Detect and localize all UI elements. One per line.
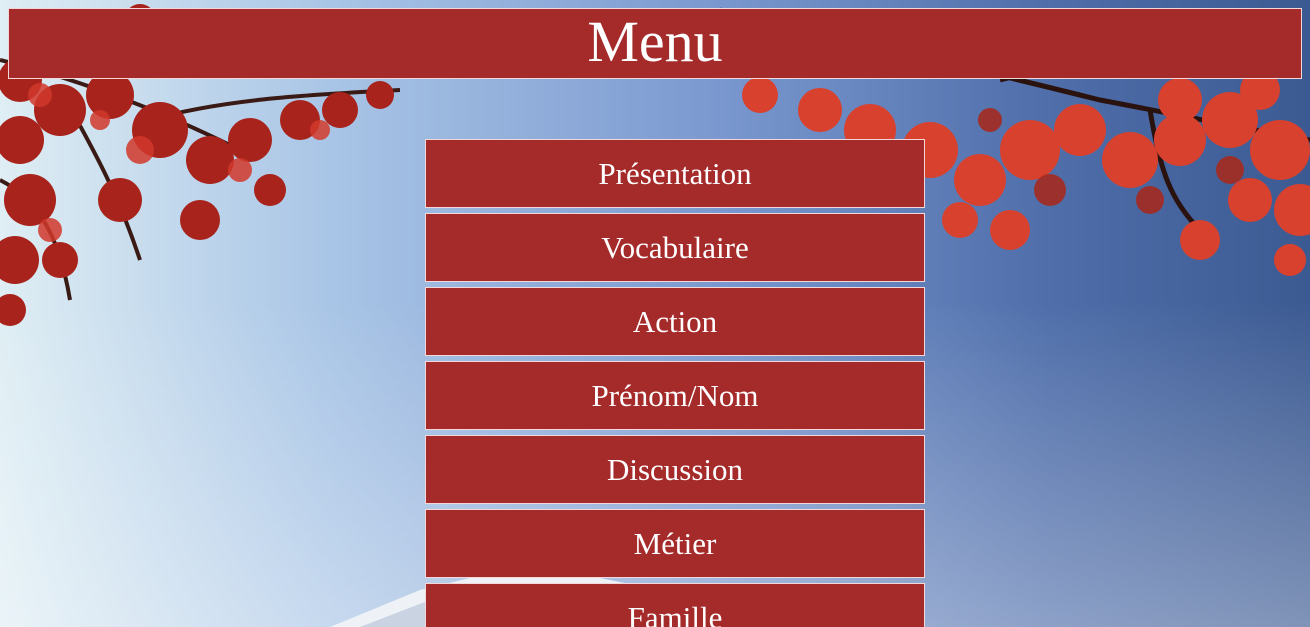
menu-item-label: Famille	[627, 600, 723, 627]
menu-item-label: Action	[632, 304, 718, 339]
menu-item-discussion[interactable]: Discussion	[425, 435, 925, 504]
menu-item-label: Présentation	[598, 156, 752, 191]
page-title: Menu	[587, 8, 723, 74]
menu-item-prenom-nom[interactable]: Prénom/Nom	[425, 361, 925, 430]
menu-item-label: Vocabulaire	[601, 230, 749, 265]
menu-item-label: Prénom/Nom	[591, 378, 759, 413]
menu-item-label: Discussion	[606, 452, 744, 487]
main-menu: Présentation Vocabulaire Action Prénom/N…	[425, 139, 925, 627]
menu-item-vocabulaire[interactable]: Vocabulaire	[425, 213, 925, 282]
menu-item-metier[interactable]: Métier	[425, 509, 925, 578]
header-bar: Menu	[8, 8, 1302, 79]
menu-item-label: Métier	[633, 526, 717, 561]
menu-item-presentation[interactable]: Présentation	[425, 139, 925, 208]
menu-item-action[interactable]: Action	[425, 287, 925, 356]
menu-item-famille[interactable]: Famille	[425, 583, 925, 627]
